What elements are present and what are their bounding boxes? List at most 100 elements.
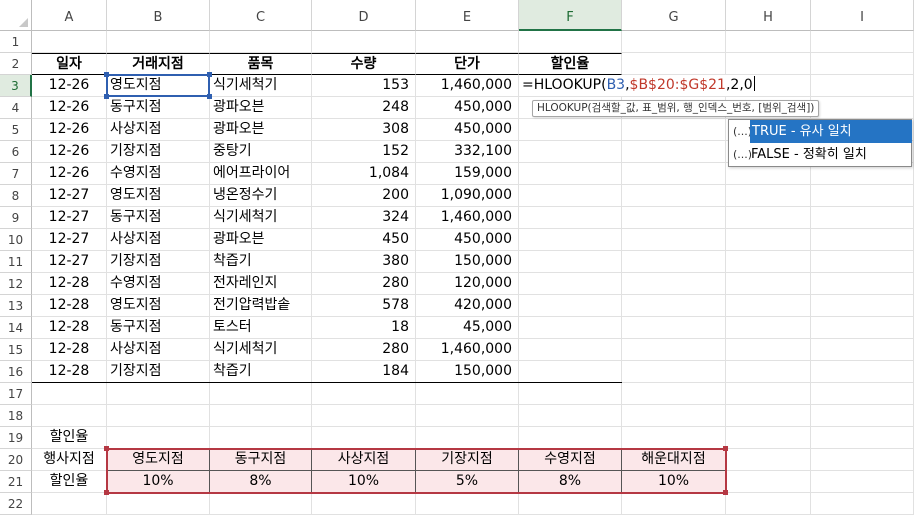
cell-discount[interactable]	[519, 119, 622, 141]
grid-cell[interactable]	[726, 273, 811, 295]
cell-price[interactable]: 420,000	[416, 295, 519, 317]
row-header-8[interactable]: 8	[0, 185, 32, 207]
cell-discount[interactable]	[519, 207, 622, 229]
cell-item[interactable]: 전기압력밥솥	[210, 295, 312, 317]
grid-cell[interactable]	[811, 75, 914, 97]
cell-date[interactable]: 12-28	[32, 273, 107, 295]
grid-cell[interactable]	[312, 405, 416, 427]
column-header-c[interactable]: C	[210, 0, 312, 31]
cell-qty[interactable]: 450	[312, 229, 416, 251]
grid-cell[interactable]	[519, 31, 622, 53]
cell-discount[interactable]	[519, 163, 622, 185]
cell-branch[interactable]: 사상지점	[107, 339, 210, 361]
row-header-9[interactable]: 9	[0, 207, 32, 229]
cell-branch[interactable]: 사상지점	[107, 119, 210, 141]
grid-cell[interactable]	[811, 449, 914, 471]
cell-price[interactable]: 1,460,000	[416, 339, 519, 361]
discount-branch[interactable]: 해운대지점	[622, 449, 726, 471]
grid-cell[interactable]	[726, 207, 811, 229]
grid-cell[interactable]	[107, 383, 210, 405]
cell-price[interactable]: 1,460,000	[416, 207, 519, 229]
grid-cell[interactable]	[622, 251, 726, 273]
cell-qty[interactable]: 280	[312, 273, 416, 295]
cell-discount[interactable]	[519, 317, 622, 339]
grid-cell[interactable]	[726, 295, 811, 317]
column-header-g[interactable]: G	[622, 0, 726, 31]
autocomplete-item-true[interactable]: (...) TRUE - 유사 일치	[729, 120, 912, 143]
header-item[interactable]: 품목	[210, 53, 312, 75]
cell-branch[interactable]: 수영지점	[107, 273, 210, 295]
grid-cell[interactable]	[519, 427, 622, 449]
cell-date[interactable]: 12-26	[32, 119, 107, 141]
row-header-11[interactable]: 11	[0, 251, 32, 273]
cell-price[interactable]: 450,000	[416, 119, 519, 141]
discount-rate[interactable]: 10%	[622, 471, 726, 493]
grid-cell[interactable]	[811, 295, 914, 317]
grid-cell[interactable]	[107, 493, 210, 515]
cell-date[interactable]: 12-28	[32, 317, 107, 339]
grid-cell[interactable]	[622, 405, 726, 427]
cell-qty[interactable]: 18	[312, 317, 416, 339]
reference-handle[interactable]	[104, 94, 109, 99]
header-qty[interactable]: 수량	[312, 53, 416, 75]
cell-date[interactable]: 12-26	[32, 141, 107, 163]
range-handle[interactable]	[104, 446, 109, 451]
cell-branch[interactable]: 사상지점	[107, 229, 210, 251]
grid-cell[interactable]	[726, 361, 811, 383]
cell-discount[interactable]	[519, 185, 622, 207]
cell-branch[interactable]: 동구지점	[107, 97, 210, 119]
grid-cell[interactable]	[622, 493, 726, 515]
header-price[interactable]: 단가	[416, 53, 519, 75]
discount-rate[interactable]: 8%	[210, 471, 312, 493]
grid-cell[interactable]	[210, 427, 312, 449]
grid-cell[interactable]	[622, 361, 726, 383]
discount-branch[interactable]: 사상지점	[312, 449, 416, 471]
grid-cell[interactable]	[416, 383, 519, 405]
discount-row-label-rate[interactable]: 할인율	[32, 471, 107, 493]
cell-branch[interactable]: 영도지점	[107, 295, 210, 317]
row-header-12[interactable]: 12	[0, 273, 32, 295]
cell-qty[interactable]: 153	[312, 75, 416, 97]
grid-cell[interactable]	[107, 31, 210, 53]
spreadsheet-grid[interactable]: A B C D E F G H I 1 2 3 4 5 6 7 8 9 10 11 12 13 14 15 16 17 18 19 20…	[0, 0, 914, 524]
grid-cell[interactable]	[811, 493, 914, 515]
cell-item[interactable]: 광파오븐	[210, 229, 312, 251]
grid-cell[interactable]	[622, 383, 726, 405]
grid-cell[interactable]	[622, 295, 726, 317]
grid-cell[interactable]	[811, 251, 914, 273]
grid-cell[interactable]	[519, 405, 622, 427]
row-header-19[interactable]: 19	[0, 427, 32, 449]
cell-qty[interactable]: 200	[312, 185, 416, 207]
reference-handle[interactable]	[207, 94, 212, 99]
grid-cell[interactable]	[811, 207, 914, 229]
cell-item[interactable]: 냉온정수기	[210, 185, 312, 207]
grid-cell[interactable]	[107, 427, 210, 449]
reference-handle[interactable]	[104, 72, 109, 77]
row-header-16[interactable]: 16	[0, 361, 32, 383]
grid-cell[interactable]	[811, 361, 914, 383]
grid-cell[interactable]	[107, 405, 210, 427]
autocomplete-item-false[interactable]: (...) FALSE - 정확히 일치	[729, 143, 911, 166]
cell-qty[interactable]: 324	[312, 207, 416, 229]
cell-discount[interactable]	[519, 251, 622, 273]
grid-cell[interactable]	[312, 493, 416, 515]
cell-date[interactable]: 12-27	[32, 229, 107, 251]
cell-price[interactable]: 1,090,000	[416, 185, 519, 207]
cell-item[interactable]: 토스터	[210, 317, 312, 339]
column-header-f[interactable]: F	[519, 0, 622, 31]
cell-date[interactable]: 12-27	[32, 185, 107, 207]
grid-cell[interactable]	[210, 493, 312, 515]
grid-cell[interactable]	[726, 339, 811, 361]
grid-cell[interactable]	[811, 273, 914, 295]
cell-date[interactable]: 12-26	[32, 97, 107, 119]
cell-date[interactable]: 12-26	[32, 75, 107, 97]
cell-qty[interactable]: 308	[312, 119, 416, 141]
row-header-7[interactable]: 7	[0, 163, 32, 185]
grid-cell[interactable]	[519, 493, 622, 515]
cell-branch[interactable]: 기장지점	[107, 251, 210, 273]
grid-cell[interactable]	[416, 405, 519, 427]
grid-cell[interactable]	[416, 427, 519, 449]
cell-qty[interactable]: 248	[312, 97, 416, 119]
grid-cell[interactable]	[811, 185, 914, 207]
grid-cell[interactable]	[622, 163, 726, 185]
